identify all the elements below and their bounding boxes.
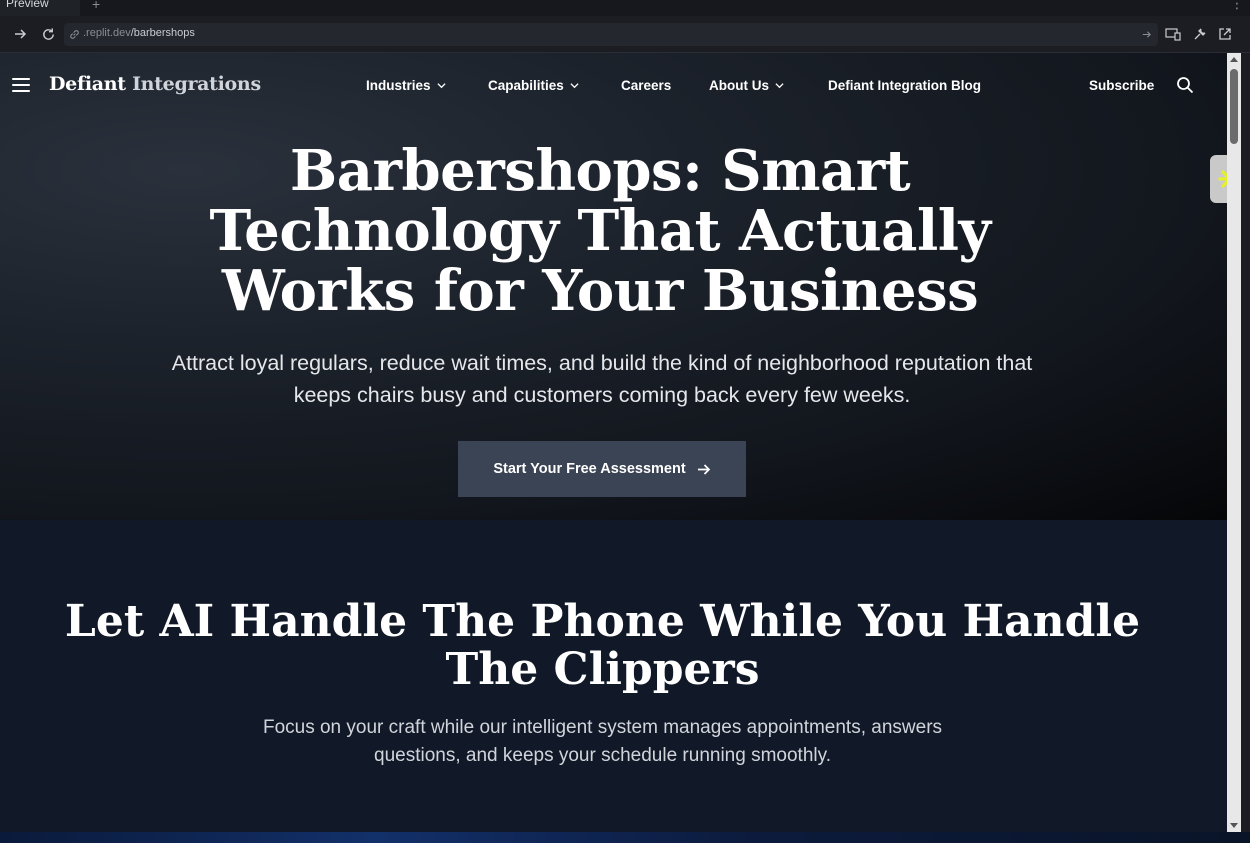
subscribe-link[interactable]: Subscribe	[1089, 78, 1154, 93]
url-text: .replit.dev/barbershops	[83, 27, 195, 39]
browser-tabstrip: Preview + ⋮	[0, 0, 1250, 16]
chevron-down-icon	[436, 83, 446, 89]
nav-item-industries[interactable]: Industries	[366, 78, 446, 93]
page-scrollbar[interactable]	[1227, 53, 1241, 832]
scroll-up-arrow-icon[interactable]	[1230, 57, 1238, 62]
devices-button[interactable]	[1165, 26, 1181, 42]
new-tab-button[interactable]: +	[92, 0, 100, 12]
url-domain: .replit.dev	[83, 27, 131, 39]
nav-item-careers[interactable]: Careers	[621, 78, 671, 93]
section-title: Let AI Handle The Phone While You Handle…	[64, 596, 1141, 695]
external-link-icon	[1219, 28, 1231, 40]
desktop-wallpaper-strip	[0, 832, 1250, 843]
scroll-down-arrow-icon[interactable]	[1230, 823, 1238, 828]
hero-title: Barbershops: Smart Technology That Actua…	[209, 138, 991, 324]
chevron-down-icon	[570, 83, 579, 89]
nav-label: About Us	[709, 78, 769, 93]
tab-preview[interactable]: Preview	[0, 0, 80, 16]
arrow-right-icon	[15, 29, 27, 39]
search-icon[interactable]	[1176, 76, 1194, 94]
nav-label: Defiant Integration Blog	[828, 78, 981, 93]
browser-toolbar: .replit.dev/barbershops	[0, 16, 1250, 53]
wrench-icon	[1194, 28, 1206, 40]
page-viewport: Defiant Integrations Industries Capabili…	[0, 53, 1227, 832]
chevron-down-icon	[775, 83, 784, 89]
open-external-button[interactable]	[1217, 26, 1233, 42]
link-icon	[70, 30, 79, 39]
ai-phone-section: Let AI Handle The Phone While You Handle…	[0, 520, 1227, 832]
nav-item-capabilities[interactable]: Capabilities	[488, 78, 579, 93]
tab-label: Preview	[6, 0, 49, 10]
menu-icon[interactable]	[12, 78, 30, 92]
nav-item-about-us[interactable]: About Us	[709, 78, 784, 93]
go-arrow-icon[interactable]	[1141, 29, 1152, 40]
brand-logo[interactable]: Defiant Integrations	[49, 73, 261, 95]
reload-button[interactable]	[39, 25, 57, 43]
start-assessment-button[interactable]: Start Your Free Assessment	[458, 441, 746, 497]
tab-menu-button[interactable]: ⋮	[1230, 0, 1244, 12]
forward-button[interactable]	[11, 25, 29, 43]
scroll-thumb[interactable]	[1230, 69, 1238, 144]
section-subtitle: Focus on your craft while our intelligen…	[262, 717, 943, 766]
cta-label: Start Your Free Assessment	[493, 461, 686, 477]
brand-primary: Defiant	[49, 73, 126, 95]
devtools-button[interactable]	[1192, 26, 1208, 42]
url-input[interactable]: .replit.dev/barbershops	[64, 23, 1158, 46]
arrow-right-icon	[697, 463, 710, 475]
nav-item-blog[interactable]: Defiant Integration Blog	[828, 78, 981, 93]
window-edge	[1241, 53, 1250, 832]
reload-icon	[42, 27, 54, 40]
hero-subtitle: Attract loyal regulars, reduce wait time…	[171, 351, 1033, 407]
site-navbar: Defiant Integrations Industries Capabili…	[0, 53, 1227, 119]
nav-label: Capabilities	[488, 78, 564, 93]
url-path: /barbershops	[130, 27, 195, 39]
brand-secondary: Integrations	[132, 73, 261, 95]
devices-icon	[1165, 28, 1181, 41]
nav-label: Industries	[366, 78, 431, 93]
hero-section: Defiant Integrations Industries Capabili…	[0, 53, 1227, 520]
nav-label: Careers	[621, 78, 672, 93]
